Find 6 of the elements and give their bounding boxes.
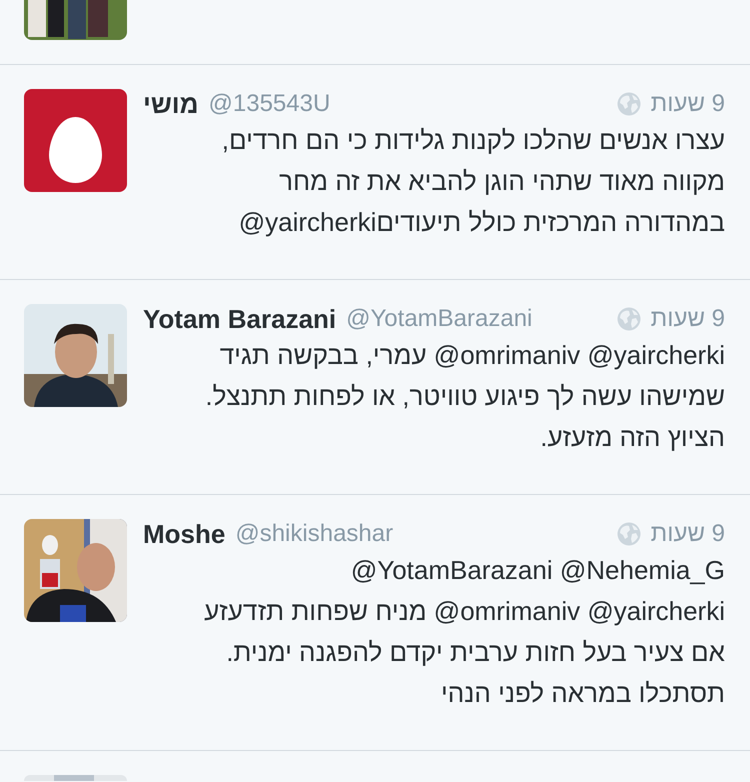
user-name[interactable]: Moshe [143, 518, 226, 550]
user-name[interactable]: Yotam Barazani [143, 304, 336, 334]
tweet-time: 9 שעות [650, 520, 725, 548]
user-name[interactable]: מושי [143, 88, 199, 120]
tweet-time: 9 שעות [650, 90, 725, 118]
tweet-time: 9 שעות [650, 305, 725, 333]
